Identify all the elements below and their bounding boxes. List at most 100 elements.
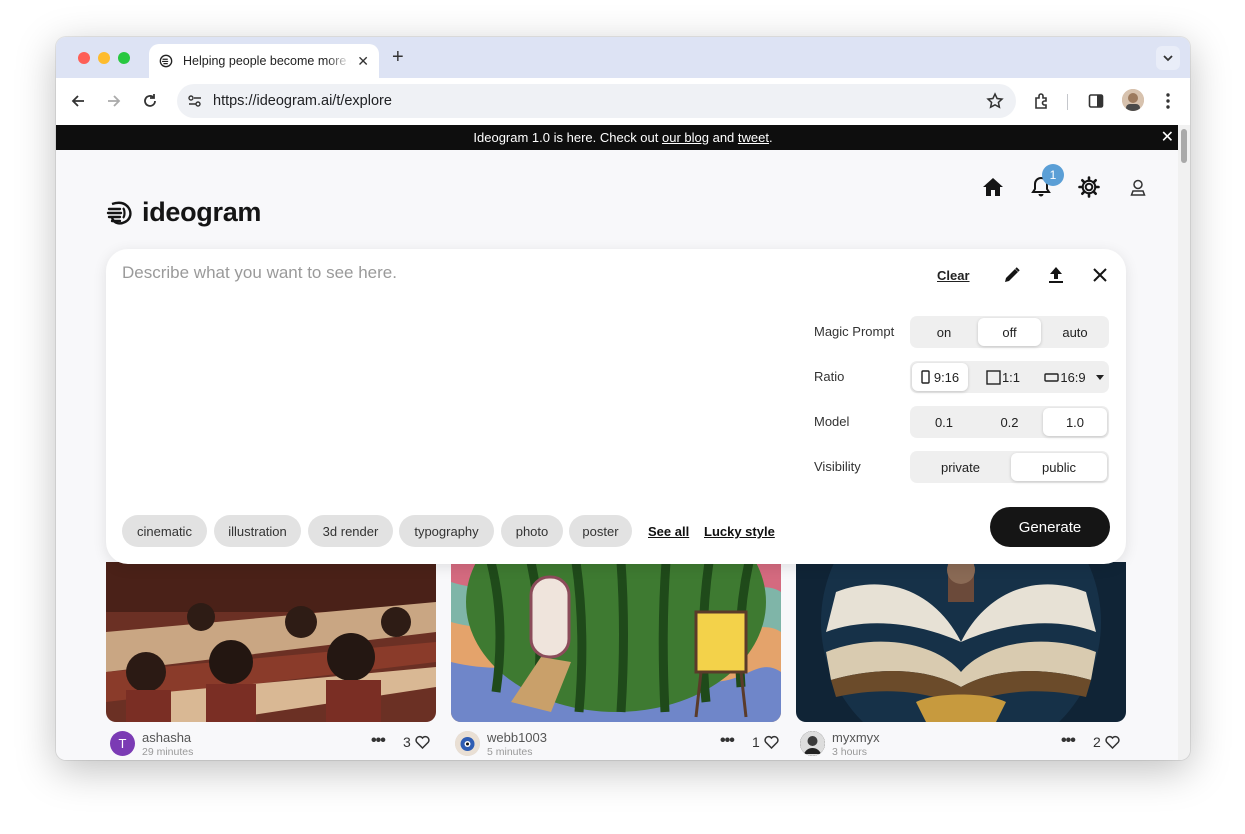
more-options-icon[interactable]: ••• — [720, 732, 735, 750]
bookmark-star-icon[interactable] — [986, 92, 1004, 110]
post-time: 3 hours — [832, 746, 868, 758]
more-options-icon[interactable]: ••• — [371, 732, 386, 750]
new-tab-icon[interactable]: + — [392, 47, 404, 67]
blog-link[interactable]: our blog — [662, 130, 709, 145]
notification-badge: 1 — [1042, 164, 1064, 186]
side-panel-icon[interactable] — [1085, 90, 1107, 112]
prompt-input[interactable]: Describe what you want to see here. — [122, 263, 397, 283]
ratio-1-1[interactable]: 1:1 — [976, 363, 1030, 391]
tab-title: Helping people become more creative — [183, 54, 351, 68]
browser-toolbar: https://ideogram.ai/t/explore — [56, 78, 1190, 125]
site-settings-icon[interactable] — [187, 93, 203, 109]
upload-icon[interactable] — [1046, 265, 1066, 285]
post-time: 5 minutes — [487, 746, 533, 758]
like-button[interactable]: 3 — [403, 734, 430, 750]
lucky-style-link[interactable]: Lucky style — [704, 524, 775, 539]
ratio-1-1-label: 1:1 — [1001, 369, 1021, 385]
minimize-window-button[interactable] — [98, 52, 110, 64]
banner-text-suffix: . — [768, 130, 773, 145]
forward-arrow-icon[interactable] — [104, 91, 124, 111]
profile-avatar[interactable] — [1122, 89, 1144, 111]
visibility-label: Visibility — [814, 459, 861, 474]
ratio-9-16-label: 9:16 — [933, 369, 960, 385]
visibility-toggle: private public — [910, 451, 1109, 483]
gallery-card-meta: webb1003 5 minutes ••• 1 — [451, 729, 781, 759]
style-chip-3d-render[interactable]: 3d render — [308, 515, 393, 547]
style-chip-poster[interactable]: poster — [569, 515, 632, 547]
avatar[interactable]: T — [110, 731, 135, 756]
browser-menu-icon[interactable] — [1157, 90, 1179, 112]
tweet-link[interactable]: tweet — [738, 130, 769, 145]
landscape-ratio-icon — [1044, 372, 1060, 382]
browser-tab[interactable]: Helping people become more creative ✕ — [149, 44, 379, 78]
ratio-dropdown-caret-icon[interactable] — [1092, 363, 1108, 391]
magic-prompt-on[interactable]: on — [912, 318, 976, 346]
like-count: 1 — [752, 734, 760, 750]
tab-strip: Helping people become more creative ✕ + — [56, 37, 1190, 78]
generate-button[interactable]: Generate — [990, 507, 1110, 547]
browser-window: Helping people become more creative ✕ + … — [56, 37, 1190, 760]
ideogram-logo[interactable]: ideogram — [106, 197, 261, 228]
magic-prompt-auto[interactable]: auto — [1043, 318, 1107, 346]
username[interactable]: myxmyx — [832, 730, 880, 745]
more-options-icon[interactable]: ••• — [1061, 732, 1076, 750]
banner-close-icon[interactable]: ✕ — [1161, 125, 1174, 150]
avatar[interactable] — [455, 731, 480, 756]
magic-prompt-toggle: on off auto — [910, 316, 1109, 348]
clear-button[interactable]: Clear — [937, 268, 970, 283]
post-time: 29 minutes — [142, 746, 194, 758]
gallery-image-book[interactable] — [796, 562, 1126, 722]
page-scrollbar[interactable] — [1178, 125, 1190, 760]
style-chip-typography[interactable]: typography — [399, 515, 494, 547]
scrollbar-thumb[interactable] — [1181, 129, 1187, 163]
tab-search-button[interactable] — [1156, 46, 1180, 70]
close-window-button[interactable] — [78, 52, 90, 64]
gear-icon[interactable] — [1077, 175, 1101, 199]
user-profile-icon[interactable] — [1126, 175, 1150, 199]
visibility-public[interactable]: public — [1011, 453, 1107, 481]
style-chip-cinematic[interactable]: cinematic — [122, 515, 207, 547]
home-icon[interactable] — [981, 175, 1005, 199]
tab-close-icon[interactable]: ✕ — [357, 53, 369, 69]
maximize-window-button[interactable] — [118, 52, 130, 64]
gallery-card-meta: myxmyx 3 hours ••• 2 — [796, 729, 1126, 759]
like-count: 3 — [403, 734, 411, 750]
ratio-toggle: 9:16 1:1 16:9 — [910, 361, 1109, 393]
pencil-icon[interactable] — [1002, 265, 1022, 285]
username[interactable]: ashasha — [142, 730, 191, 745]
gallery-image-classroom[interactable] — [106, 562, 436, 722]
visibility-private[interactable]: private — [912, 453, 1009, 481]
reload-icon[interactable] — [140, 91, 160, 111]
username[interactable]: webb1003 — [487, 730, 547, 745]
url-text: https://ideogram.ai/t/explore — [213, 93, 392, 109]
address-bar[interactable]: https://ideogram.ai/t/explore — [177, 84, 1016, 118]
heart-icon — [1105, 735, 1120, 749]
model-0-1[interactable]: 0.1 — [912, 408, 976, 436]
model-label: Model — [814, 414, 850, 429]
extensions-icon[interactable] — [1031, 90, 1053, 112]
banner-text: Ideogram 1.0 is here. Check out — [473, 130, 662, 145]
gallery-image-watermelon[interactable] — [451, 562, 781, 722]
heart-icon — [764, 735, 779, 749]
ratio-label: Ratio — [814, 369, 845, 384]
announcement-banner: Ideogram 1.0 is here. Check out our blog… — [56, 125, 1178, 150]
magic-book-illustration — [796, 562, 1126, 722]
style-chip-photo[interactable]: photo — [501, 515, 563, 547]
back-arrow-icon[interactable] — [68, 91, 88, 111]
chevron-down-icon — [1163, 55, 1173, 62]
ratio-16-9[interactable]: 16:9 — [1035, 363, 1095, 391]
prompt-panel: Describe what you want to see here. Clea… — [106, 249, 1126, 564]
like-count: 2 — [1093, 734, 1101, 750]
model-1-0[interactable]: 1.0 — [1043, 408, 1107, 436]
style-chip-illustration[interactable]: illustration — [214, 515, 301, 547]
ratio-9-16[interactable]: 9:16 — [912, 363, 968, 391]
square-ratio-icon — [986, 369, 1001, 385]
gallery-card-meta: T ashasha 29 minutes ••• 3 — [106, 729, 436, 759]
like-button[interactable]: 1 — [752, 734, 779, 750]
see-all-link[interactable]: See all — [648, 524, 689, 539]
like-button[interactable]: 2 — [1093, 734, 1120, 750]
avatar[interactable] — [800, 731, 825, 756]
model-0-2[interactable]: 0.2 — [978, 408, 1041, 436]
magic-prompt-off[interactable]: off — [978, 318, 1041, 346]
close-icon[interactable] — [1090, 265, 1110, 285]
